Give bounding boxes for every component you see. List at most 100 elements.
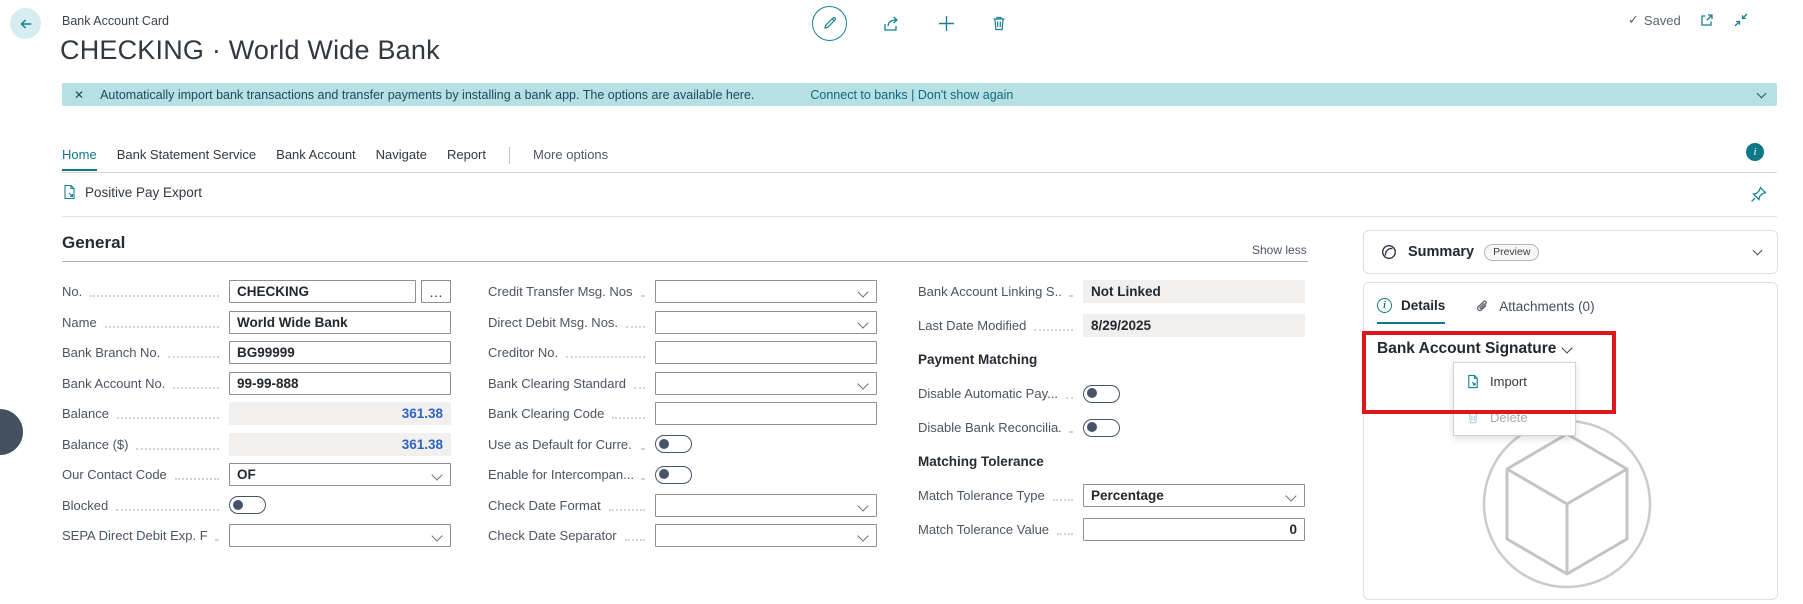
share-icon — [883, 15, 902, 32]
action-bar: Positive Pay Export — [62, 184, 202, 200]
enable-intercompany-toggle[interactable] — [655, 465, 692, 484]
edit-button[interactable] — [812, 5, 847, 41]
chevron-down-icon — [431, 469, 443, 481]
field-row: Credit Transfer Msg. Nos. — [488, 280, 877, 303]
general-section-heading: General — [62, 233, 126, 252]
back-button[interactable] — [10, 8, 41, 39]
general-column-1: No. CHECKING … Name World Wide Bank Bank… — [62, 280, 451, 555]
tab-bank-statement-service[interactable]: Bank Statement Service — [117, 147, 256, 169]
field-row: Name World Wide Bank — [62, 310, 451, 334]
field-row: Balance ($) 361.38 — [62, 432, 451, 456]
field-row: Last Date Modified 8/29/2025 — [918, 314, 1305, 337]
disable-automatic-payment-toggle[interactable] — [1083, 384, 1120, 403]
field-row: Disable Automatic Pay... — [918, 382, 1305, 405]
info-circle-icon: i — [1377, 298, 1392, 313]
chevron-down-icon — [857, 377, 869, 390]
tab-bank-account[interactable]: Bank Account — [276, 147, 356, 169]
payment-matching-subheader: Payment Matching — [918, 352, 1038, 367]
tab-details[interactable]: i Details — [1377, 298, 1446, 324]
chevron-down-icon — [1285, 490, 1297, 502]
signature-chevron-down-icon — [1561, 342, 1574, 354]
document-export-icon — [62, 184, 77, 200]
notification-banner: ✕ Automatically import bank transactions… — [62, 83, 1777, 106]
check-date-separator-select[interactable] — [655, 524, 877, 547]
banner-close-button[interactable]: ✕ — [74, 89, 84, 101]
banner-links[interactable]: Connect to banks | Don't show again — [810, 88, 1013, 102]
match-tolerance-type-select[interactable]: Percentage — [1083, 484, 1305, 507]
field-row: Enable for Intercompan... — [488, 463, 877, 486]
summary-icon — [1380, 243, 1398, 261]
balance-lcy-field[interactable]: 361.38 — [229, 432, 451, 456]
ribbon-divider — [62, 172, 1777, 173]
pin-button[interactable] — [1750, 186, 1767, 203]
tab-report[interactable]: Report — [447, 147, 486, 169]
bank-clearing-code-input[interactable] — [655, 402, 877, 425]
new-button[interactable] — [938, 15, 955, 32]
check-date-format-select[interactable] — [655, 493, 877, 517]
field-row: Check Date Format — [488, 493, 877, 517]
our-contact-code-select[interactable]: OF — [229, 463, 451, 486]
banner-chevron-down-icon[interactable] — [1756, 88, 1767, 98]
disable-bank-reconciliation-toggle[interactable] — [1083, 418, 1120, 437]
collapse-arrows-icon — [1733, 12, 1749, 28]
field-row: Check Date Separator — [488, 524, 877, 547]
name-input[interactable]: World Wide Bank — [229, 310, 451, 334]
general-column-2: Credit Transfer Msg. Nos. Direct Debit M… — [488, 280, 877, 555]
tab-home[interactable]: Home — [62, 147, 97, 171]
save-status-area: ✓ Saved — [1628, 12, 1749, 28]
trash-icon — [991, 15, 1007, 32]
bank-branch-no-input[interactable]: BG99999 — [229, 341, 451, 364]
pencil-icon — [822, 15, 838, 31]
banner-message: Automatically import bank transactions a… — [100, 87, 755, 102]
field-row: Balance 361.38 — [62, 402, 451, 425]
pushpin-icon — [1750, 186, 1767, 203]
no-lookup-button[interactable]: … — [421, 280, 451, 303]
positive-pay-export-label[interactable]: Positive Pay Export — [85, 185, 202, 200]
collapse-window-button[interactable] — [1733, 12, 1749, 28]
direct-debit-msg-nos-select[interactable] — [655, 310, 877, 334]
field-row: Direct Debit Msg. Nos. — [488, 310, 877, 334]
ribbon-tabs: Home Bank Statement Service Bank Account… — [62, 147, 608, 171]
blocked-toggle[interactable] — [229, 496, 266, 514]
no-input[interactable]: CHECKING — [229, 280, 416, 303]
tab-attachments[interactable]: Attachments (0) — [1475, 299, 1595, 323]
menu-item-delete[interactable]: Delete — [1454, 399, 1575, 435]
info-icon[interactable]: i — [1746, 143, 1764, 161]
bank-account-signature-heading[interactable]: Bank Account Signature — [1377, 340, 1764, 358]
bank-account-no-input[interactable]: 99-99-888 — [229, 371, 451, 395]
field-row: Bank Branch No. BG99999 — [62, 341, 451, 364]
more-options-button[interactable]: More options — [533, 147, 608, 169]
field-row: Bank Account No. 99-99-888 — [62, 371, 451, 395]
show-less-link[interactable]: Show less — [1252, 243, 1307, 257]
collapsed-pane-handle[interactable] — [0, 409, 23, 455]
action-bar-divider — [62, 216, 1777, 217]
sepa-direct-debit-select[interactable] — [229, 524, 451, 547]
summary-card: Summary Preview — [1363, 230, 1778, 274]
summary-chevron-down-icon[interactable] — [1752, 245, 1763, 256]
use-as-default-toggle[interactable] — [655, 435, 692, 453]
balance-field[interactable]: 361.38 — [229, 402, 451, 425]
tab-navigate[interactable]: Navigate — [376, 147, 427, 169]
field-row: Creditor No. — [488, 341, 877, 364]
chevron-down-icon — [431, 530, 443, 542]
menu-item-import[interactable]: Import — [1454, 363, 1575, 399]
field-row: Bank Clearing Code — [488, 402, 877, 425]
factbox-tabs: i Details Attachments (0) — [1377, 298, 1764, 324]
matching-tolerance-subheader: Matching Tolerance — [918, 454, 1044, 469]
field-row: Our Contact Code OF — [62, 463, 451, 486]
open-in-new-window-button[interactable] — [1699, 12, 1715, 28]
chevron-down-icon — [857, 316, 869, 329]
chevron-down-icon — [857, 286, 869, 298]
positive-pay-export-button[interactable] — [62, 184, 77, 200]
bank-clearing-standard-select[interactable] — [655, 371, 877, 395]
delete-button[interactable] — [991, 15, 1007, 32]
saved-status: ✓ Saved — [1628, 12, 1681, 28]
page-title: CHECKING · World Wide Bank — [60, 35, 440, 65]
credit-transfer-msg-nos-select[interactable] — [655, 280, 877, 303]
match-tolerance-value-input[interactable]: 0 — [1083, 518, 1305, 541]
creditor-no-input[interactable] — [655, 341, 877, 364]
chevron-down-icon — [857, 499, 869, 512]
share-button[interactable] — [883, 15, 902, 32]
field-row: Match Tolerance Value 0 — [918, 518, 1305, 541]
trash-icon — [1466, 410, 1480, 425]
